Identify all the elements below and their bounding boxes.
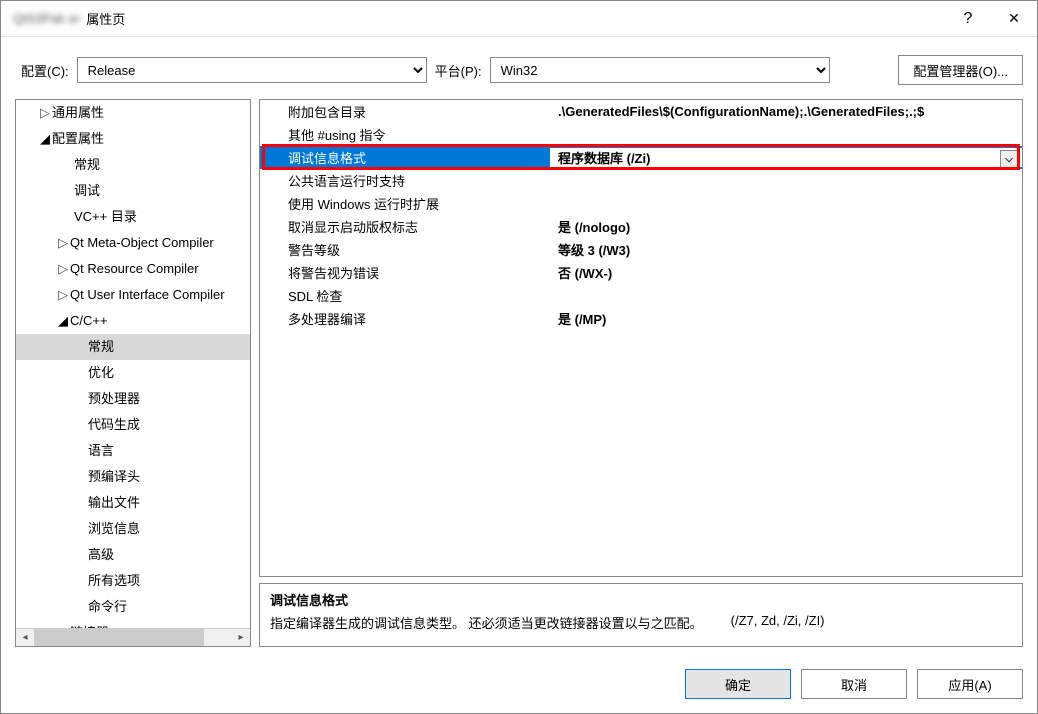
category-tree[interactable]: ▷通用属性 ◢配置属性 常规 调试 VC++ 目录 ▷Qt Meta-Objec… [15,99,251,647]
project-name-blurred: QtS3Pak er [13,11,80,26]
tree-c-cpp-preprocessor[interactable]: 预处理器 [16,386,251,412]
right-pane: 附加包含目录 .\GeneratedFiles\$(ConfigurationN… [259,99,1023,647]
tree-c-cpp-language[interactable]: 语言 [16,438,251,464]
cancel-button[interactable]: 取消 [801,669,907,699]
scroll-right-icon[interactable]: ▸ [232,629,250,646]
tree-manifest-tool[interactable]: ▷清单工具 [16,646,251,647]
configuration-label: 配置(C): [21,61,69,80]
property-grid: 附加包含目录 .\GeneratedFiles\$(ConfigurationN… [259,99,1023,577]
apply-button[interactable]: 应用(A) [917,669,1023,699]
tree-qt-rcc[interactable]: ▷Qt Resource Compiler [16,256,251,282]
help-button[interactable]: ? [945,1,991,37]
tree-c-cpp-codegen[interactable]: 代码生成 [16,412,251,438]
tree-c-cpp-pch[interactable]: 预编译头 [16,464,251,490]
tree-debugging[interactable]: 调试 [16,178,251,204]
property-pages-dialog: QtS3Pak er 属性页 ? ✕ 配置(C): Release 平台(P):… [0,0,1038,714]
tree-c-cpp-optimization[interactable]: 优化 [16,360,251,386]
tree-c-cpp-cmdline[interactable]: 命令行 [16,594,251,620]
prop-row-multiprocessor-compile[interactable]: 多处理器编译 是 (/MP) [260,307,1022,330]
tree-qt-uic[interactable]: ▷Qt User Interface Compiler [16,282,251,308]
prop-row-suppress-startup-banner[interactable]: 取消显示启动版权标志 是 (/nologo) [260,215,1022,238]
configuration-manager-button[interactable]: 配置管理器(O)... [898,55,1023,85]
prop-row-sdl-checks[interactable]: SDL 检查 [260,284,1022,307]
tree-general[interactable]: 常规 [16,152,251,178]
tree-config-properties[interactable]: ◢配置属性 [16,126,251,152]
tree-c-cpp-advanced[interactable]: 高级 [16,542,251,568]
description-panel: 调试信息格式 指定编译器生成的调试信息类型。 还必须适当更改链接器设置以与之匹配… [259,583,1023,647]
main-area: ▷通用属性 ◢配置属性 常规 调试 VC++ 目录 ▷Qt Meta-Objec… [1,99,1037,659]
dialog-footer: 确定 取消 应用(A) [1,659,1037,713]
platform-label: 平台(P): [435,61,482,80]
prop-row-debug-info-format[interactable]: 调试信息格式 程序数据库 (/Zi) ⌵ [260,146,1022,169]
description-title: 调试信息格式 [270,590,1012,609]
configuration-select[interactable]: Release [77,57,427,83]
close-button[interactable]: ✕ [991,1,1037,37]
prop-row-treat-warnings-as-errors[interactable]: 将警告视为错误 否 (/WX-) [260,261,1022,284]
window-title: 属性页 [86,9,945,28]
platform-select[interactable]: Win32 [490,57,830,83]
prop-row-additional-using[interactable]: 其他 #using 指令 [260,123,1022,146]
configuration-bar: 配置(C): Release 平台(P): Win32 配置管理器(O)... [1,37,1037,99]
ok-button[interactable]: 确定 [685,669,791,699]
tree-c-cpp-output[interactable]: 输出文件 [16,490,251,516]
titlebar: QtS3Pak er 属性页 ? ✕ [1,1,1037,37]
tree-c-cpp[interactable]: ◢C/C++ [16,308,251,334]
scrollbar-thumb[interactable] [34,629,204,646]
tree-c-cpp-browse[interactable]: 浏览信息 [16,516,251,542]
prop-row-additional-include[interactable]: 附加包含目录 .\GeneratedFiles\$(ConfigurationN… [260,100,1022,123]
prop-row-winrt-ext[interactable]: 使用 Windows 运行时扩展 [260,192,1022,215]
prop-row-clr-support[interactable]: 公共语言运行时支持 [260,169,1022,192]
tree-vcpp-directories[interactable]: VC++ 目录 [16,204,251,230]
tree-qt-moc[interactable]: ▷Qt Meta-Object Compiler [16,230,251,256]
tree-c-cpp-general[interactable]: 常规 [16,334,251,360]
dropdown-icon[interactable]: ⌵ [1000,150,1018,167]
prop-val-debug-info-format[interactable]: 程序数据库 (/Zi) ⌵ [550,148,1022,167]
description-text: 指定编译器生成的调试信息类型。 还必须适当更改链接器设置以与之匹配。 [270,613,703,632]
description-flags: (/Z7, Zd, /Zi, /ZI) [731,613,825,632]
tree-common-properties[interactable]: ▷通用属性 [16,100,251,126]
tree-horizontal-scrollbar[interactable]: ◂ ▸ [16,628,250,646]
scroll-left-icon[interactable]: ◂ [16,629,34,646]
prop-row-warning-level[interactable]: 警告等级 等级 3 (/W3) [260,238,1022,261]
tree-c-cpp-all-options[interactable]: 所有选项 [16,568,251,594]
